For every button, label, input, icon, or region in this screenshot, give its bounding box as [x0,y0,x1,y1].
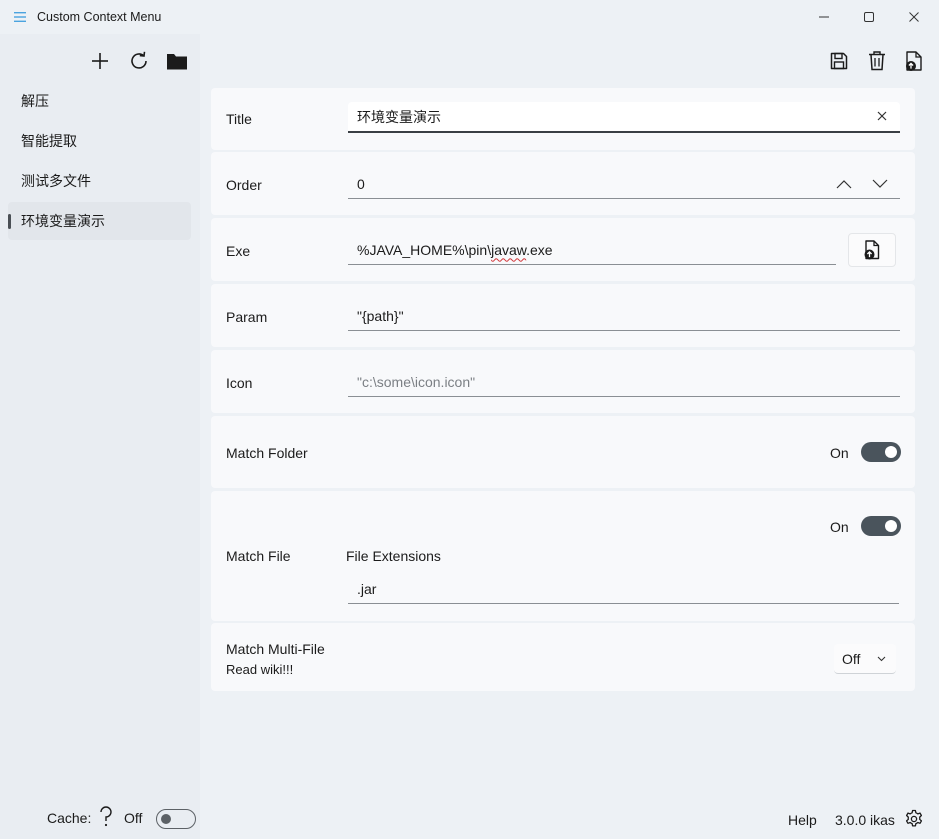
save-button[interactable] [824,46,854,76]
clear-title-button[interactable] [874,108,890,124]
open-folder-button[interactable] [162,46,192,76]
minimize-button[interactable] [801,0,847,34]
icon-path-input[interactable]: "c:\some\icon.icon" [348,367,900,397]
sidebar-item-label: 测试多文件 [21,173,91,189]
match-file-toggle[interactable] [861,516,901,536]
toggle-knob [885,520,897,532]
icon-label: Icon [226,375,253,391]
settings-button[interactable] [903,808,925,830]
title-input-value: 环境变量演示 [357,108,441,125]
sidebar-item-label: 环境变量演示 [21,213,105,229]
sidebar-item-env-var-demo[interactable]: 环境变量演示 [8,202,191,240]
sidebar-item-smart-extract[interactable]: 智能提取 [8,122,191,160]
cache-help-button[interactable] [96,804,116,830]
maximize-icon [864,12,874,22]
match-multi-file-row: Match Multi-File Read wiki!!! Off [211,623,915,691]
order-row: Order 0 [211,152,915,215]
match-folder-label: Match Folder [226,445,308,461]
title-row: Title 环境变量演示 [211,88,915,150]
chevron-down-icon [877,656,886,662]
exe-path-input[interactable]: %JAVA_HOME%\pin\javaw.exe [348,235,836,265]
match-file-state-text: On [830,519,849,535]
save-icon [830,52,848,70]
open-file-icon [864,240,880,260]
plus-icon [92,53,108,69]
app-window: Custom Context Menu 解压 智能提取 测试多文件 环境变量演示… [0,0,939,839]
order-decrement-button[interactable] [868,174,892,194]
export-button[interactable] [899,46,929,76]
app-menu-icon [14,10,26,22]
param-input[interactable]: "{path}" [348,301,900,331]
order-number-box[interactable]: 0 [348,169,900,199]
order-value: 0 [357,175,365,192]
cache-label: Cache: [47,810,92,826]
sidebar-item-label: 解压 [21,93,49,109]
gear-icon [905,809,923,827]
icon-path-placeholder: "c:\some\icon.icon" [357,373,476,390]
match-folder-state-text: On [830,445,849,461]
maximize-button[interactable] [846,0,892,34]
file-extensions-value: .jar [357,580,377,597]
exe-row: Exe %JAVA_HOME%\pin\javaw.exe [211,218,915,281]
sidebar-item-unzip[interactable]: 解压 [8,82,191,120]
help-link[interactable]: Help [788,812,817,828]
sidebar-item-label: 智能提取 [21,133,77,149]
order-increment-button[interactable] [832,174,856,194]
sidebar: 解压 智能提取 测试多文件 环境变量演示 [0,34,200,839]
match-folder-toggle[interactable] [861,442,901,462]
param-label: Param [226,309,268,325]
close-icon [909,12,919,22]
title-label: Title [226,111,252,127]
param-value: "{path}" [357,307,404,324]
match-multi-file-label: Match Multi-File [226,641,325,657]
close-icon [877,111,887,121]
toggle-knob [161,814,171,824]
order-label: Order [226,177,262,193]
version-text: 3.0.0 ikas [835,812,895,828]
export-file-icon [906,51,922,71]
sidebar-item-multi-file-test[interactable]: 测试多文件 [8,162,191,200]
exe-label: Exe [226,243,251,259]
chevron-up-icon [836,180,852,189]
toggle-knob [885,446,897,458]
chevron-down-icon [872,179,888,188]
add-menu-button[interactable] [85,46,115,76]
icon-row: Icon "c:\some\icon.icon" [211,350,915,413]
trash-icon [869,51,885,71]
refresh-button[interactable] [124,46,154,76]
selection-indicator [8,214,11,229]
refresh-icon [131,51,147,69]
minimize-icon [819,16,829,18]
file-extensions-input[interactable]: .jar [348,574,899,604]
folder-icon [167,54,187,70]
match-multi-file-hint: Read wiki!!! [226,662,294,677]
match-multi-file-value: Off [842,650,861,667]
file-extensions-label: File Extensions [346,548,441,564]
match-file-label: Match File [226,548,291,564]
title-bar: Custom Context Menu [0,0,939,34]
cache-toggle[interactable] [156,809,196,829]
param-row: Param "{path}" [211,284,915,347]
match-multi-file-combo[interactable]: Off [834,644,896,674]
match-file-row: Match File On File Extensions .jar [211,491,915,621]
close-button[interactable] [891,0,937,34]
cache-state-text: Off [124,810,143,826]
delete-button[interactable] [862,46,892,76]
window-title: Custom Context Menu [37,10,162,24]
exe-path-value: %JAVA_HOME%\pin\javaw.exe [357,241,553,258]
question-icon [100,806,112,827]
browse-exe-button[interactable] [848,233,896,267]
match-folder-row: Match Folder On [211,416,915,488]
title-input[interactable]: 环境变量演示 [348,102,900,133]
